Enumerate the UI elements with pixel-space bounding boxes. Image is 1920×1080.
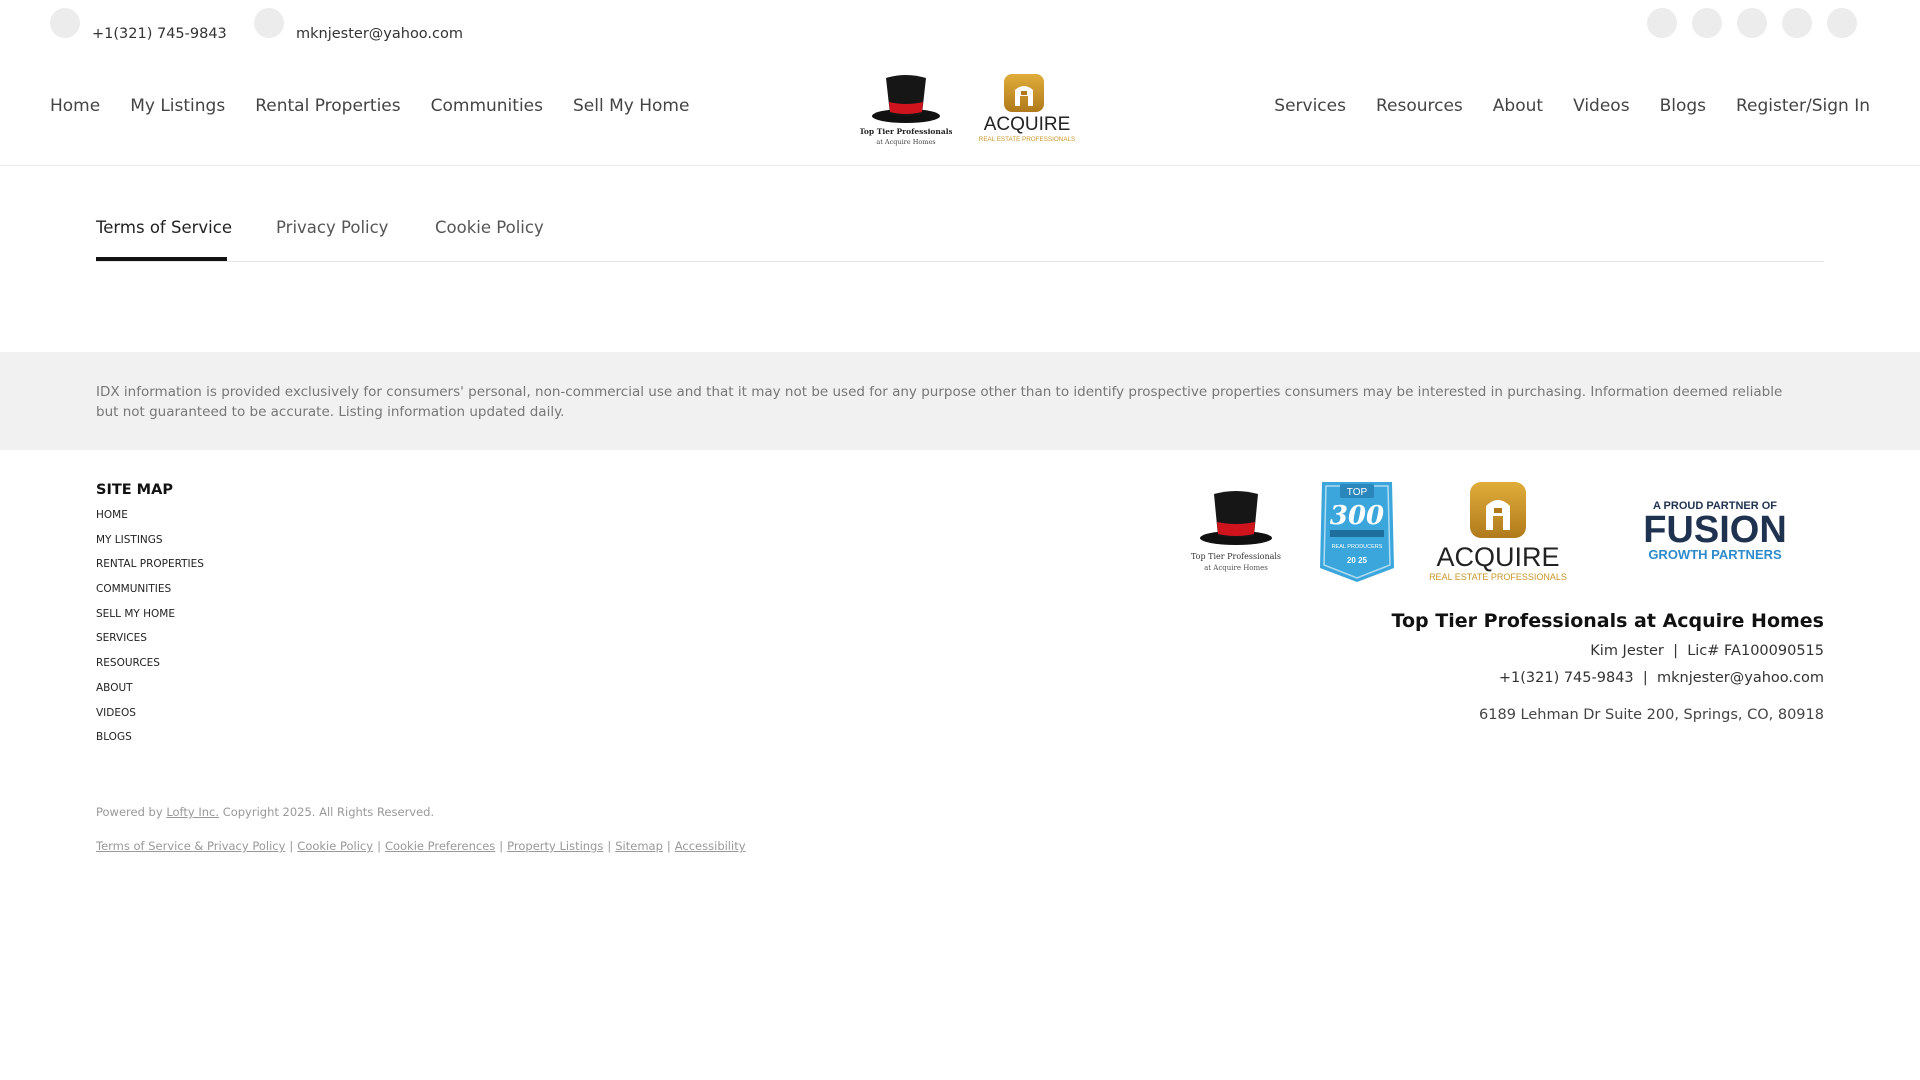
top-300-badge-logo: TOP 300 REAL PRODUCERS 20 25 [1320, 482, 1394, 582]
footer-contact-info: Top Tier Professionals at Acquire Homes … [1392, 610, 1824, 723]
social-icon-3[interactable] [1737, 8, 1767, 38]
nav-sell-my-home[interactable]: Sell My Home [573, 96, 689, 116]
footer-separator: | [1638, 670, 1653, 686]
nav-blogs[interactable]: Blogs [1660, 96, 1706, 116]
powered-by-line: Powered by Lofty Inc. Copyright 2025. Al… [96, 805, 434, 819]
footer-license: Lic# FA100090515 [1687, 643, 1824, 659]
legal-cookie-policy-link[interactable]: Cookie Policy [297, 839, 373, 853]
social-icon-4[interactable] [1782, 8, 1812, 38]
social-links [1647, 8, 1857, 38]
powered-prefix: Powered by [96, 805, 163, 819]
sitemap-rental-properties[interactable]: RENTAL PROPERTIES [96, 557, 204, 582]
sitemap-communities[interactable]: COMMUNITIES [96, 582, 204, 607]
sitemap-services[interactable]: SERVICES [96, 631, 204, 656]
acquire-logo[interactable]: ACQUIRE REAL ESTATE PROFESSIONALS [975, 72, 1080, 144]
legal-links: Terms of Service & Privacy Policy | Cookie… [96, 839, 746, 853]
idx-disclaimer-text: IDX information is provided exclusively … [96, 384, 1783, 420]
sitemap-resources[interactable]: RESOURCES [96, 656, 204, 681]
nav-resources[interactable]: Resources [1376, 96, 1463, 116]
sitemap-about[interactable]: ABOUT [96, 681, 204, 706]
main-nav-left: Home My Listings Rental Properties Commu… [50, 96, 689, 116]
footer-contact-line: +1(321) 745-9843 | mknjester@yahoo.com [1392, 670, 1824, 697]
svg-text:FUSION: FUSION [1643, 509, 1787, 551]
svg-text:TOP: TOP [1347, 487, 1368, 498]
svg-text:20 25: 20 25 [1347, 556, 1368, 565]
sitemap-sell-my-home[interactable]: SELL MY HOME [96, 607, 204, 632]
legal-sitemap-link[interactable]: Sitemap [615, 839, 663, 853]
footer-top-tier-hat-logo: Top Tier Professionals at Acquire Homes [1191, 491, 1281, 572]
fusion-partner-logo: A PROUD PARTNER OF FUSION GROWTH PARTNER… [1643, 500, 1787, 562]
active-tab-indicator [96, 257, 227, 261]
nav-home[interactable]: Home [50, 96, 100, 116]
svg-text:REAL PRODUCERS: REAL PRODUCERS [1332, 544, 1383, 550]
nav-communities[interactable]: Communities [431, 96, 543, 116]
nav-services[interactable]: Services [1274, 96, 1346, 116]
nav-about[interactable]: About [1493, 96, 1543, 116]
sitemap-my-listings[interactable]: MY LISTINGS [96, 533, 204, 558]
idx-disclaimer: IDX information is provided exclusively … [0, 352, 1920, 450]
footer-agent-name: Kim Jester [1590, 643, 1664, 659]
email-icon [254, 8, 284, 38]
policy-tabs: Terms of Service Privacy Policy Cookie P… [96, 218, 1824, 262]
social-icon-1[interactable] [1647, 8, 1677, 38]
tab-cookie-policy[interactable]: Cookie Policy [435, 218, 544, 237]
nav-videos[interactable]: Videos [1573, 96, 1630, 116]
footer-separator: | [1668, 643, 1683, 659]
legal-cookie-preferences-link[interactable]: Cookie Preferences [385, 839, 495, 853]
svg-text:ACQUIRE: ACQUIRE [1436, 542, 1559, 572]
nav-my-listings[interactable]: My Listings [130, 96, 225, 116]
sitemap-blogs[interactable]: BLOGS [96, 730, 204, 755]
register-sign-in-button[interactable]: Register/Sign In [1736, 96, 1870, 116]
svg-text:Top Tier Professionals: Top Tier Professionals [1191, 552, 1281, 561]
tab-privacy-policy[interactable]: Privacy Policy [276, 218, 388, 237]
svg-text:at Acquire Homes: at Acquire Homes [876, 138, 935, 146]
copyright-text: Copyright 2025. All Rights Reserved. [222, 805, 435, 819]
svg-text:300: 300 [1330, 501, 1384, 531]
svg-text:REAL ESTATE PROFESSIONALS: REAL ESTATE PROFESSIONALS [979, 136, 1075, 143]
svg-text:GROWTH PARTNERS: GROWTH PARTNERS [1648, 547, 1782, 562]
sitemap-videos[interactable]: VIDEOS [96, 706, 204, 731]
svg-text:at Acquire Homes: at Acquire Homes [1204, 564, 1268, 572]
svg-text:ACQUIRE: ACQUIRE [984, 114, 1071, 135]
lofty-link[interactable]: Lofty Inc. [166, 805, 219, 819]
footer-email[interactable]: mknjester@yahoo.com [1657, 670, 1824, 686]
footer-phone[interactable]: +1(321) 745-9843 [1499, 670, 1634, 686]
footer-brand-name: Top Tier Professionals at Acquire Homes [1391, 610, 1824, 632]
tab-terms-of-service[interactable]: Terms of Service [96, 218, 232, 237]
footer-address: 6189 Lehman Dr Suite 200, Springs, CO, 8… [1479, 707, 1824, 723]
footer-agent-line: Kim Jester | Lic# FA100090515 [1392, 643, 1824, 670]
email-contact[interactable]: mknjester@yahoo.com [254, 8, 463, 42]
legal-terms-privacy-link[interactable]: Terms of Service & Privacy Policy [96, 839, 285, 853]
social-icon-2[interactable] [1692, 8, 1722, 38]
header-divider [0, 165, 1920, 166]
footer-sitemap: SITE MAP HOME MY LISTINGS RENTAL PROPERT… [96, 482, 204, 755]
main-nav-right: Services Resources About Videos Blogs Re… [1274, 96, 1870, 116]
nav-rental-properties[interactable]: Rental Properties [255, 96, 400, 116]
top-tier-hat-logo[interactable]: Top Tier Professionals at Acquire Homes [860, 68, 952, 148]
sitemap-title: SITE MAP [96, 482, 173, 498]
legal-accessibility-link[interactable]: Accessibility [675, 839, 746, 853]
phone-contact[interactable]: +1(321) 745-9843 [50, 8, 227, 42]
legal-property-listings-link[interactable]: Property Listings [507, 839, 603, 853]
phone-text[interactable]: +1(321) 745-9843 [92, 26, 227, 42]
footer-acquire-logo: ACQUIRE REAL ESTATE PROFESSIONALS [1429, 482, 1567, 582]
svg-text:REAL ESTATE PROFESSIONALS: REAL ESTATE PROFESSIONALS [1429, 572, 1567, 582]
email-text[interactable]: mknjester@yahoo.com [296, 26, 463, 42]
phone-icon [50, 8, 80, 38]
social-icon-5[interactable] [1827, 8, 1857, 38]
svg-text:Top Tier Professionals: Top Tier Professionals [860, 127, 952, 136]
sitemap-home[interactable]: HOME [96, 508, 204, 533]
top-contact-bar: +1(321) 745-9843 mknjester@yahoo.com [0, 0, 1920, 50]
